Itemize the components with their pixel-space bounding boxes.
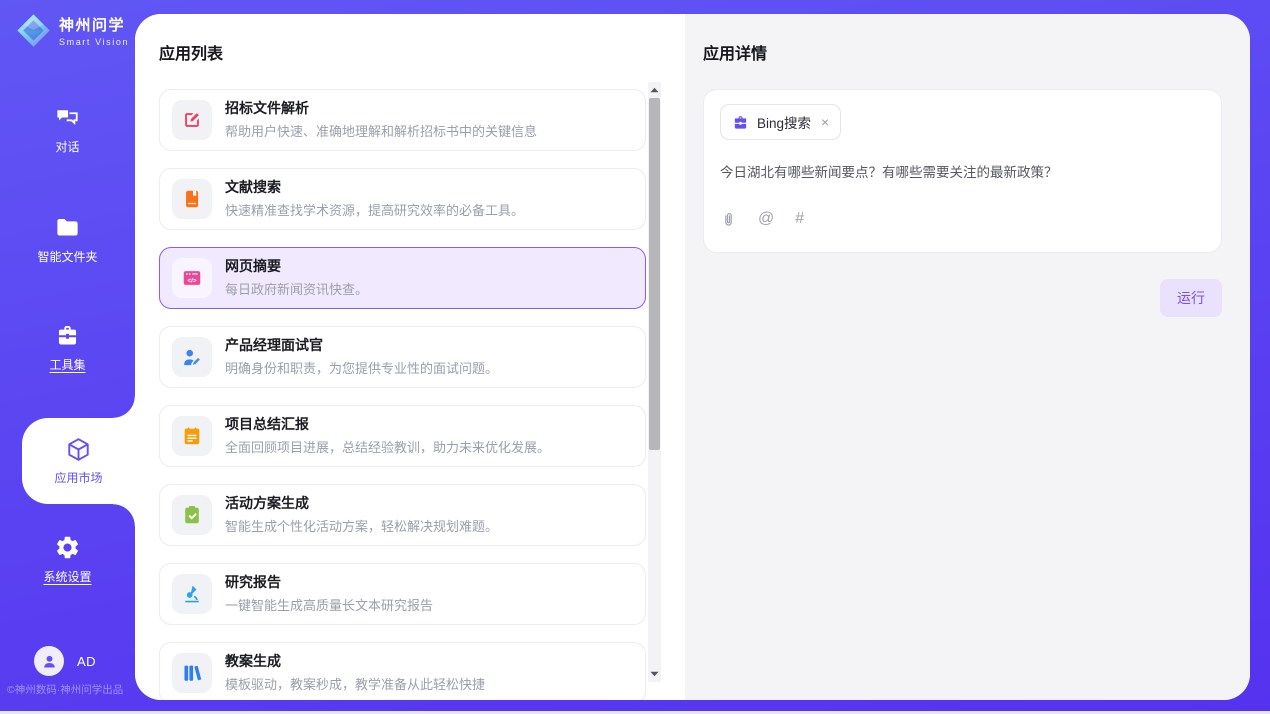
app-card-title: 研究报告 [225,574,433,591]
app-card-desc: 明确身份和职责，为您提供专业性的面试问题。 [225,358,498,377]
sidebar-item-toolkit[interactable]: 工具集 [0,322,135,373]
browser-code-icon: </> [181,267,203,289]
user-account[interactable]: AD [34,646,96,676]
copyright-text: ©神州数码·神州问学出品 [7,682,123,697]
book-icon [181,188,203,210]
run-button[interactable]: 运行 [1160,279,1222,317]
sidebar-item-smart-folder[interactable]: 智能文件夹 [0,214,135,265]
app-card-title: 网页摘要 [225,258,368,275]
user-name: AD [77,654,96,669]
scroll-up-icon[interactable] [648,84,661,96]
interviewer-icon [181,346,203,368]
composer-toolbar: @ # [720,210,1205,228]
brand-name: 神州问学 [59,14,129,35]
run-row: 运行 [703,279,1222,317]
sidebar-item-chat[interactable]: 对话 [0,104,135,155]
folder-icon [54,214,81,241]
app-card-title: 活动方案生成 [225,495,498,512]
research-icon [181,583,203,605]
user-avatar-icon [41,653,58,670]
gear-icon [54,534,81,561]
app-card-desc: 快速精准查找学术资源，提高研究效率的必备工具。 [225,200,524,219]
app-card-title: 产品经理面试官 [225,337,498,354]
edit-document-icon [181,109,203,131]
cube-icon [65,436,92,463]
app-detail-panel: 应用详情 Bing搜索 × 今日湖北有哪些新闻要点？有哪些需要关注的最新政策？ … [685,14,1250,700]
app-card-desc: 每日政府新闻资讯快查。 [225,279,368,298]
clipboard-check-icon [181,504,203,526]
tool-chip-bing-search[interactable]: Bing搜索 × [720,104,841,140]
books-icon [181,662,203,684]
tool-chip-label: Bing搜索 [757,112,811,132]
app-card-title: 文献搜索 [225,179,524,196]
app-card-desc: 模板驱动，教案秒成，教学准备从此轻松快捷 [225,674,485,693]
app-card-desc: 全面回顾项目进展，总结经验教训，助力未来优化发展。 [225,437,550,456]
app-card[interactable]: 产品经理面试官 明确身份和职责，为您提供专业性的面试问题。 [159,326,646,388]
app-list-title: 应用列表 [159,40,685,64]
query-input[interactable]: 今日湖北有哪些新闻要点？有哪些需要关注的最新政策？ [720,161,1205,181]
app-card-desc: 智能生成个性化活动方案，轻松解决规划难题。 [225,516,498,535]
brand-diamond-icon [15,12,52,49]
prompt-card: Bing搜索 × 今日湖北有哪些新闻要点？有哪些需要关注的最新政策？ @ # [703,89,1222,253]
app-window: 神州问学 Smart Vision 对话 智能文件夹 工具集 应用市场 系统设置… [0,0,1270,714]
scroll-down-icon[interactable] [648,668,661,680]
main-content: 应用列表 招标文件解析 帮助用户快速、准确地理解和解析招标书中的关键信息 文献搜… [135,14,1250,700]
svg-text:</>: </> [188,277,197,284]
app-list-panel: 应用列表 招标文件解析 帮助用户快速、准确地理解和解析招标书中的关键信息 文献搜… [135,14,685,700]
app-list-scrollbar[interactable] [648,82,661,682]
attachment-icon[interactable] [720,211,737,228]
sidebar-item-settings[interactable]: 系统设置 [0,534,135,585]
app-card[interactable]: 招标文件解析 帮助用户快速、准确地理解和解析招标书中的关键信息 [159,89,646,151]
app-card-desc: 帮助用户快速、准确地理解和解析招标书中的关键信息 [225,121,537,140]
app-card[interactable]: 项目总结汇报 全面回顾项目进展，总结经验教训，助力未来优化发展。 [159,405,646,467]
avatar [34,646,64,676]
app-card-desc: 一键智能生成高质量长文本研究报告 [225,595,433,614]
brand-subtitle: Smart Vision [59,37,129,47]
chat-icon [54,104,81,131]
app-logo: 神州问学 Smart Vision [15,12,129,49]
app-card[interactable]: 文献搜索 快速精准查找学术资源，提高研究效率的必备工具。 [159,168,646,230]
app-card-title: 教案生成 [225,653,485,670]
sidebar: 神州问学 Smart Vision 对话 智能文件夹 工具集 应用市场 系统设置… [0,0,135,714]
mention-icon[interactable]: @ [758,210,774,228]
sidebar-item-app-market[interactable]: 应用市场 [22,418,135,504]
app-card-title: 项目总结汇报 [225,416,550,433]
app-card-title: 招标文件解析 [225,100,537,117]
app-card[interactable]: 研究报告 一键智能生成高质量长文本研究报告 [159,563,646,625]
app-detail-title: 应用详情 [703,40,1222,64]
briefcase-icon [732,114,749,131]
app-card-list: 招标文件解析 帮助用户快速、准确地理解和解析招标书中的关键信息 文献搜索 快速精… [159,89,646,700]
calendar-report-icon [181,425,203,447]
app-card[interactable]: 教案生成 模板驱动，教案秒成，教学准备从此轻松快捷 [159,642,646,700]
hash-icon[interactable]: # [795,210,804,228]
app-card[interactable]: 活动方案生成 智能生成个性化活动方案，轻松解决规划难题。 [159,484,646,546]
close-icon[interactable]: × [821,115,829,129]
toolbox-icon [54,322,81,349]
app-card[interactable]: </> 网页摘要 每日政府新闻资讯快查。 [159,247,646,309]
scrollbar-thumb[interactable] [649,98,660,450]
